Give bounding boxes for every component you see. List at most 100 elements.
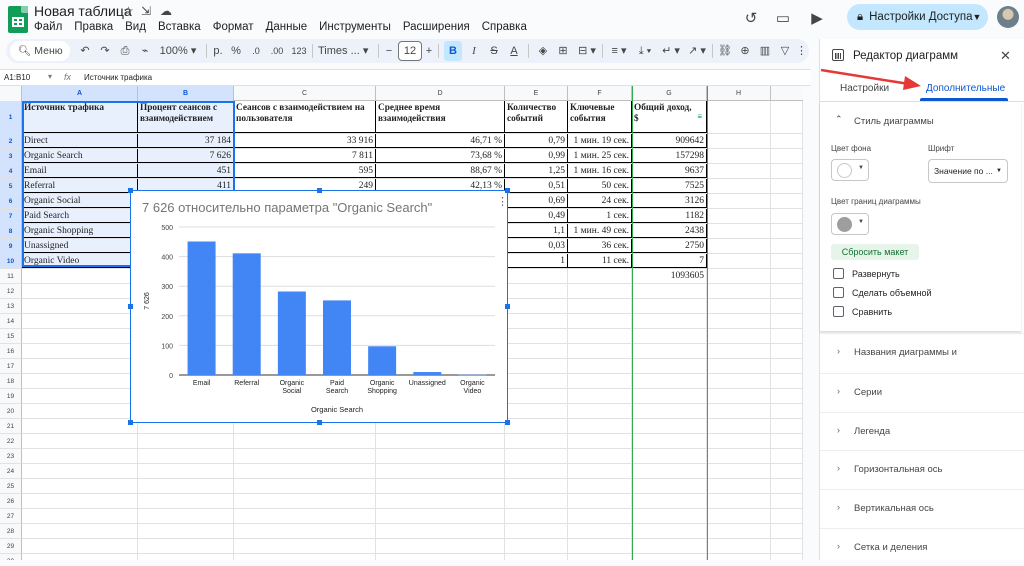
section-vertical-axis[interactable]: › Вертикальная ось — [820, 489, 1024, 527]
cell[interactable]: 1 — [505, 254, 568, 268]
cell[interactable] — [707, 509, 771, 523]
menu-insert[interactable]: Вставка — [158, 21, 201, 33]
cell[interactable] — [568, 509, 632, 523]
cell[interactable] — [22, 269, 138, 283]
cell[interactable] — [632, 494, 707, 508]
cell[interactable] — [568, 524, 632, 538]
cell[interactable] — [505, 434, 568, 448]
cell[interactable] — [568, 419, 632, 433]
font-size-increase-button[interactable]: + — [424, 39, 434, 63]
sheets-logo-icon[interactable] — [8, 6, 28, 33]
row-header[interactable]: 6 — [0, 194, 22, 209]
cell[interactable] — [707, 284, 771, 298]
cell[interactable] — [505, 524, 568, 538]
cell[interactable]: Organic Search — [22, 149, 138, 163]
document-title[interactable]: Новая таблица — [34, 3, 132, 19]
cell[interactable] — [707, 101, 771, 133]
cell[interactable] — [568, 344, 632, 358]
cell[interactable] — [22, 404, 138, 418]
cell[interactable] — [138, 434, 234, 448]
cell[interactable] — [234, 479, 376, 493]
cell[interactable] — [568, 539, 632, 553]
cell[interactable] — [22, 464, 138, 478]
cell[interactable] — [707, 314, 771, 328]
cell[interactable] — [771, 539, 803, 553]
menu-file[interactable]: Файл — [34, 21, 62, 33]
cell[interactable] — [707, 374, 771, 388]
cell[interactable] — [505, 539, 568, 553]
cell[interactable] — [505, 374, 568, 388]
cell[interactable] — [568, 299, 632, 313]
row-header[interactable]: 28 — [0, 524, 22, 539]
row-header[interactable]: 27 — [0, 509, 22, 524]
cell[interactable] — [22, 419, 138, 433]
cell[interactable] — [505, 554, 568, 560]
cell[interactable] — [632, 374, 707, 388]
column-header-g[interactable]: G — [632, 86, 707, 101]
undo-icon[interactable]: ↶ — [78, 39, 92, 63]
share-dropdown-icon[interactable]: ▼ — [965, 4, 989, 30]
cell[interactable]: Organic Social — [22, 194, 138, 208]
row-header[interactable]: 23 — [0, 449, 22, 464]
cell[interactable]: Процент сеансов с взаимодействием — [138, 101, 234, 133]
cell[interactable] — [771, 524, 803, 538]
cell[interactable] — [771, 299, 803, 313]
cell[interactable] — [376, 479, 505, 493]
column-header-h[interactable]: H — [707, 86, 771, 101]
resize-handle-e[interactable] — [505, 304, 510, 309]
cell[interactable] — [568, 494, 632, 508]
close-icon[interactable]: ✕ — [1000, 48, 1011, 64]
cell[interactable] — [632, 404, 707, 418]
row-header[interactable]: 1 — [0, 101, 22, 134]
menu-extensions[interactable]: Расширения — [403, 21, 470, 33]
cell[interactable] — [771, 134, 803, 148]
row-header[interactable]: 7 — [0, 209, 22, 224]
cell[interactable] — [505, 479, 568, 493]
cell[interactable]: 1 мин. 19 сек. — [568, 134, 632, 148]
cell[interactable]: 1 мин. 25 сек. — [568, 149, 632, 163]
cell[interactable] — [707, 389, 771, 403]
cell[interactable]: 1,1 — [505, 224, 568, 238]
cell[interactable] — [632, 464, 707, 478]
cell[interactable] — [707, 434, 771, 448]
cell[interactable] — [376, 509, 505, 523]
cell[interactable]: 909642 — [632, 134, 707, 148]
cell[interactable] — [771, 224, 803, 238]
avatar[interactable] — [997, 6, 1019, 28]
chart-menu-icon[interactable]: ⋮ — [497, 195, 508, 208]
cell[interactable] — [568, 329, 632, 343]
cell[interactable] — [632, 299, 707, 313]
cell[interactable] — [771, 314, 803, 328]
menu-tools[interactable]: Инструменты — [319, 21, 391, 33]
cell[interactable]: Unassigned — [22, 239, 138, 253]
cell[interactable] — [568, 389, 632, 403]
cell[interactable] — [234, 494, 376, 508]
cell[interactable] — [632, 524, 707, 538]
row-header[interactable]: 3 — [0, 149, 22, 164]
cell[interactable] — [568, 449, 632, 463]
cell[interactable] — [138, 464, 234, 478]
cell[interactable] — [632, 359, 707, 373]
cell[interactable] — [707, 254, 771, 268]
cell[interactable] — [22, 509, 138, 523]
move-icon[interactable]: ⇲ — [141, 4, 151, 18]
row-header[interactable]: 25 — [0, 479, 22, 494]
section-series[interactable]: › Серии — [820, 373, 1024, 411]
cell[interactable] — [632, 314, 707, 328]
tab-setup[interactable]: Настройки — [840, 83, 889, 94]
cell[interactable] — [707, 149, 771, 163]
cell[interactable]: 1182 — [632, 209, 707, 223]
cell[interactable]: 1093605 — [632, 269, 707, 283]
cell[interactable] — [771, 359, 803, 373]
cell[interactable] — [568, 314, 632, 328]
paint-format-icon[interactable]: ⌁ — [138, 39, 152, 63]
cell[interactable]: Paid Search — [22, 209, 138, 223]
row-header[interactable]: 22 — [0, 434, 22, 449]
cell[interactable] — [234, 509, 376, 523]
cell[interactable] — [22, 449, 138, 463]
cell[interactable] — [771, 101, 803, 133]
cell[interactable]: 0,69 — [505, 194, 568, 208]
cell[interactable] — [138, 539, 234, 553]
fill-color-icon[interactable]: ◈ — [536, 39, 550, 63]
cell[interactable]: Direct — [22, 134, 138, 148]
